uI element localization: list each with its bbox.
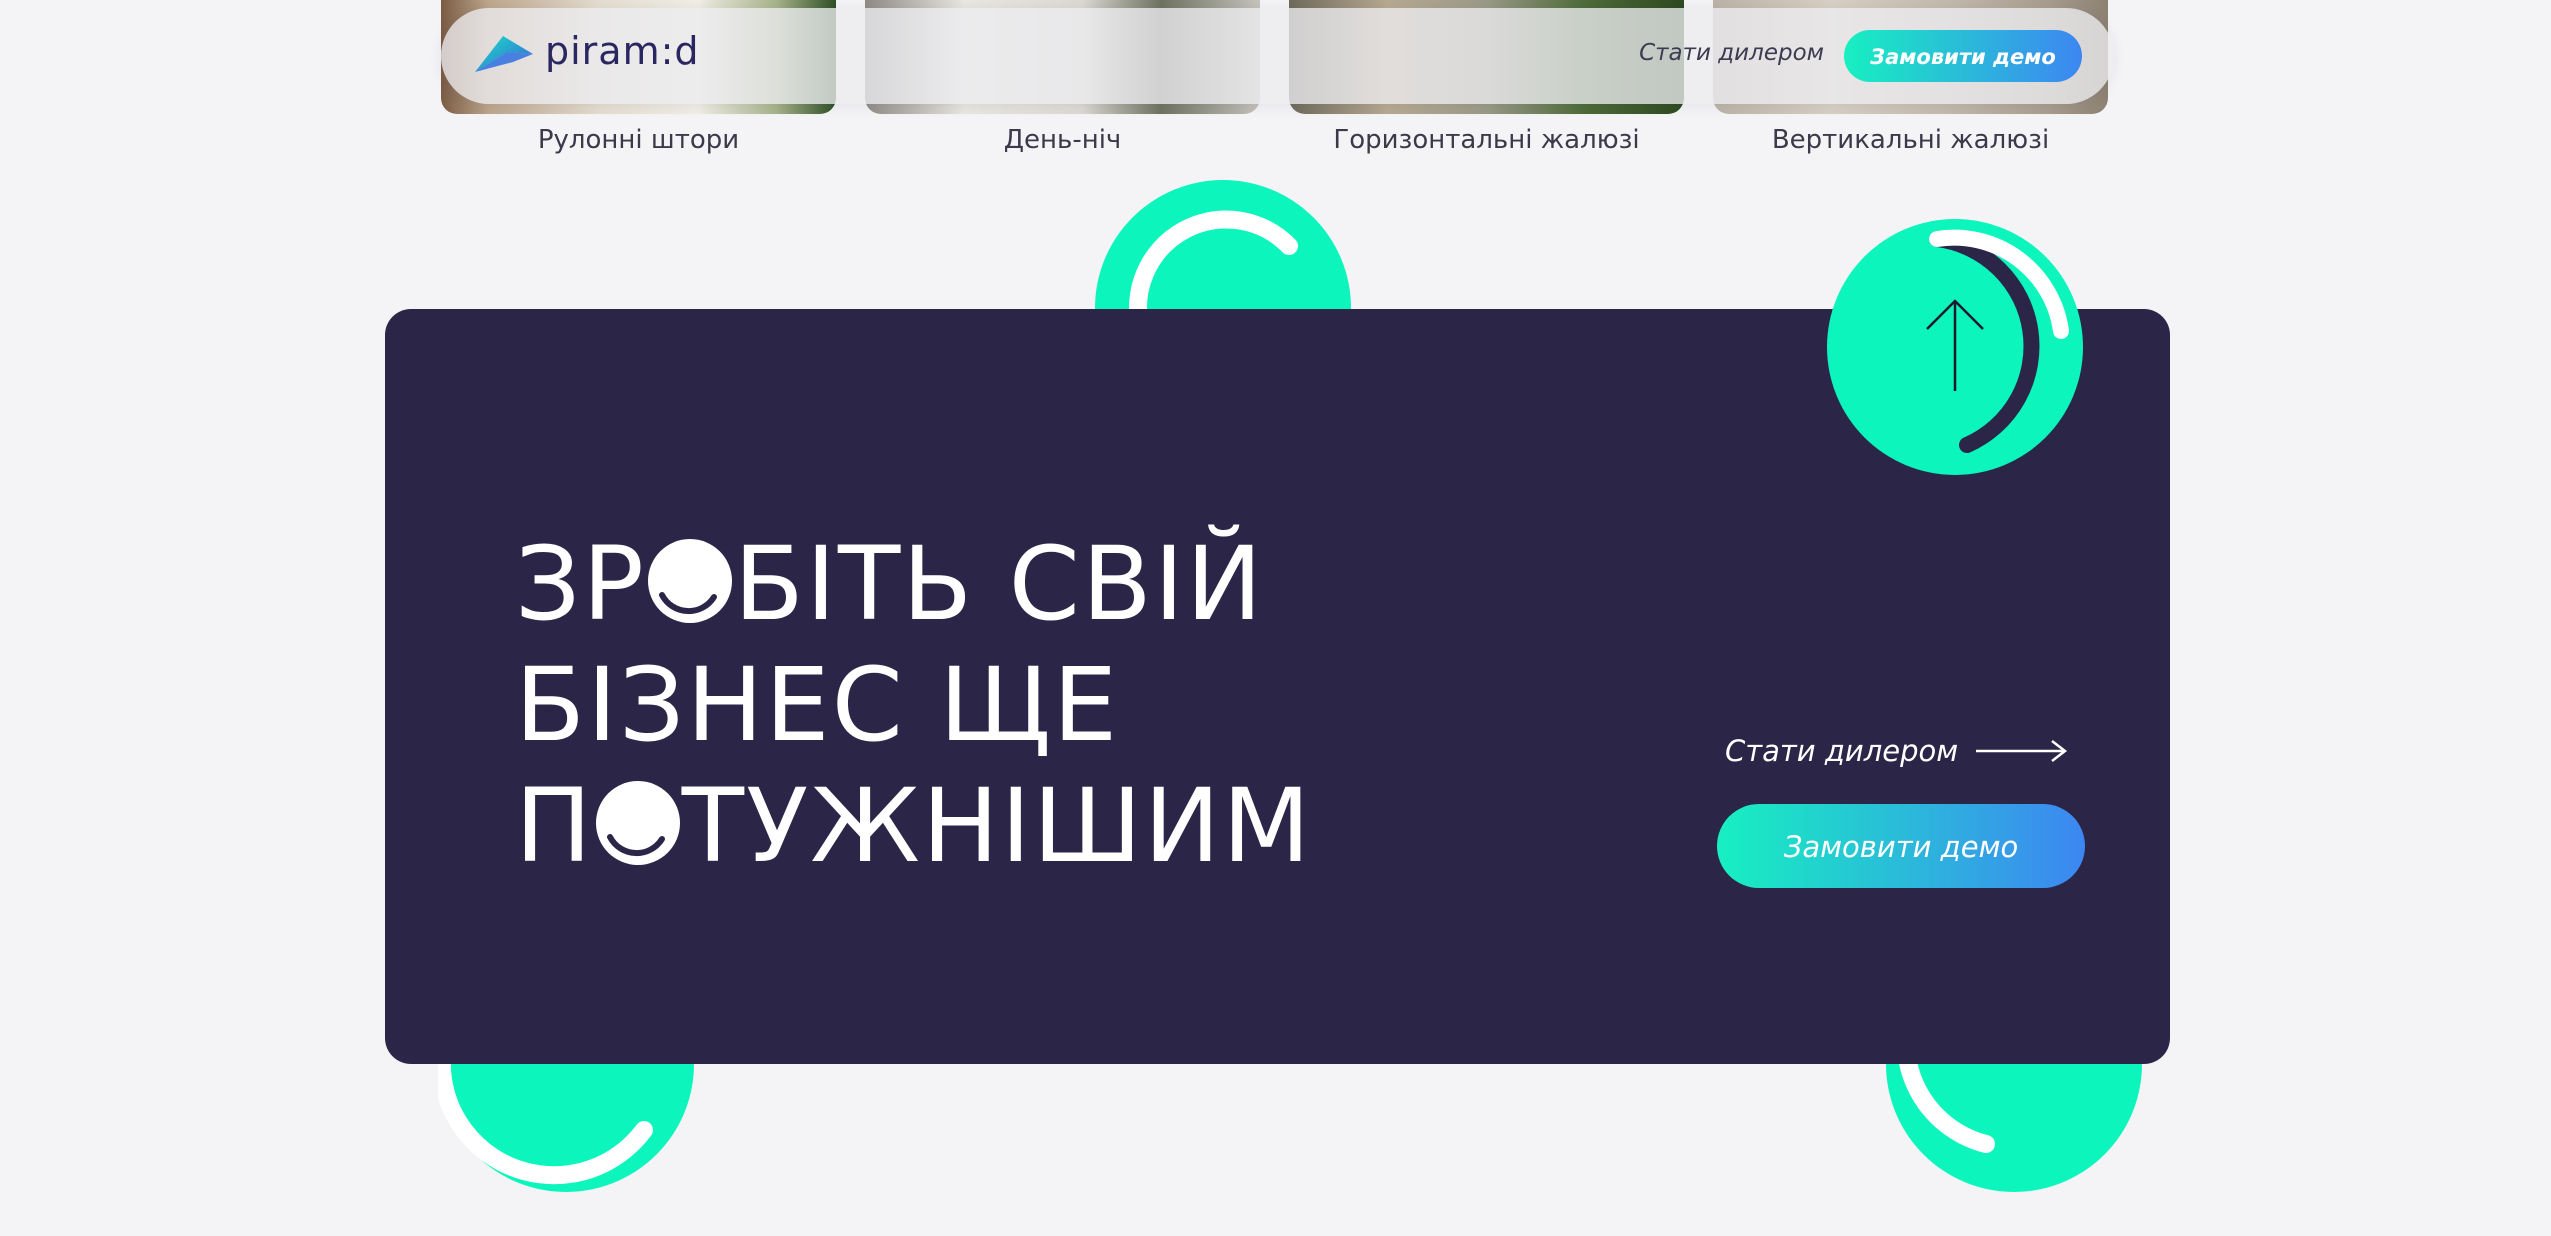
product-label[interactable]: Рулонні штори xyxy=(441,125,836,155)
product-label[interactable]: Горизонтальні жалюзі xyxy=(1289,125,1684,155)
circle-letter-icon xyxy=(595,781,680,865)
arrow-right-icon xyxy=(1976,740,2068,762)
become-dealer-link[interactable]: Стати дилером xyxy=(1725,734,2068,768)
headline-text: П xyxy=(515,767,594,886)
circle-letter-icon xyxy=(647,539,732,623)
headline-text: ЗР xyxy=(515,525,646,644)
scroll-to-top-button[interactable] xyxy=(1827,219,2083,475)
logo-text: piram:d xyxy=(545,29,700,73)
become-dealer-link[interactable]: Стати дилером xyxy=(1639,40,1824,66)
headline-line: ЗР БІТЬ СВІЙ xyxy=(515,524,1312,645)
headline-text: БІЗНЕС ЩЕ xyxy=(515,646,1120,765)
become-dealer-label: Стати дилером xyxy=(1725,734,1959,768)
order-demo-button[interactable]: Замовити демо xyxy=(1717,804,2085,888)
headline-line: БІЗНЕС ЩЕ xyxy=(515,645,1312,766)
order-demo-button[interactable]: Замовити демо xyxy=(1844,30,2082,82)
page: Рулонні штори День-ніч Горизонтальні жал… xyxy=(0,0,2551,1236)
headline-text: БІТЬ СВІЙ xyxy=(733,525,1265,644)
header-nav: piram:d Стати дилером Замовити демо xyxy=(441,8,2114,104)
headline-line: П ТУЖНІШИМ xyxy=(515,766,1312,887)
product-label[interactable]: День-ніч xyxy=(865,125,1260,155)
piramid-logo-icon xyxy=(475,36,533,72)
product-label[interactable]: Вертикальні жалюзі xyxy=(1713,125,2108,155)
headline-text: ТУЖНІШИМ xyxy=(681,767,1313,886)
logo[interactable]: piram:d xyxy=(473,29,700,76)
cta-headline: ЗР БІТЬ СВІЙ БІЗНЕС ЩЕ П ТУЖНІШИМ xyxy=(515,524,1312,887)
